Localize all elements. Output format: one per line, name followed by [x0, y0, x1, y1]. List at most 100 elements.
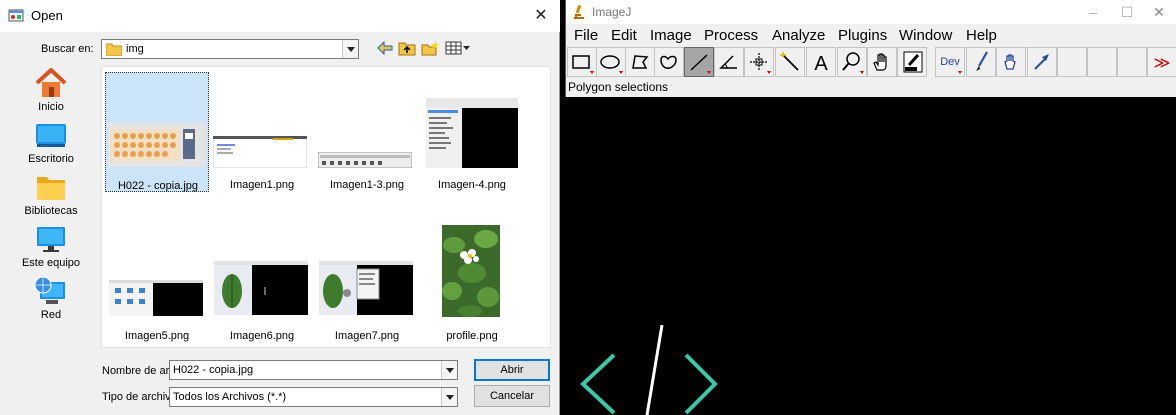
wand-icon [780, 52, 799, 71]
oval-icon [600, 55, 623, 74]
minimize-icon[interactable]: – [1078, 2, 1108, 22]
point-tool[interactable] [744, 47, 774, 77]
file-name: Imagen6.png [229, 330, 295, 342]
text-tool-label: A [814, 53, 828, 75]
file-item[interactable]: H022 - copia.jpg [105, 72, 209, 192]
angle-icon [719, 55, 737, 69]
close-icon[interactable]: ✕ [528, 4, 554, 28]
more-label: ≫ [1154, 53, 1171, 72]
places-bar: Inicio Escritorio Bibliotecas Este equip… [8, 64, 94, 354]
imagej-title-bar: ImageJ – ☐ ✕ [566, 0, 1176, 24]
filetype-label: Tipo de archiv [102, 391, 170, 403]
back-icon[interactable] [376, 40, 394, 56]
chevron-down-icon[interactable] [441, 388, 457, 406]
menu-plugins[interactable]: Plugins [838, 27, 887, 44]
filename-value: H022 - copia.jpg [173, 364, 254, 376]
view-menu-icon[interactable] [445, 40, 471, 56]
hand-tool[interactable] [867, 47, 897, 77]
file-name: Imagen7.png [334, 330, 400, 342]
image-thumbnail [108, 123, 206, 167]
dialog-title: Open [31, 8, 63, 23]
look-in-label: Buscar en: [41, 43, 94, 55]
file-name: Imagen1.png [229, 179, 295, 191]
home-icon [35, 68, 67, 97]
file-item[interactable]: Imagen6.png [210, 223, 314, 343]
menu-help[interactable]: Help [966, 27, 997, 44]
empty-tool-slot[interactable] [1087, 47, 1117, 77]
new-folder-icon[interactable] [421, 40, 439, 56]
chevron-down-icon[interactable] [441, 361, 457, 379]
flood-fill-tool[interactable] [996, 47, 1026, 77]
close-icon[interactable]: ✕ [1144, 2, 1174, 22]
filename-input[interactable]: H022 - copia.jpg [169, 360, 458, 380]
place-label: Red [40, 309, 62, 321]
maximize-icon[interactable]: ☐ [1112, 2, 1142, 22]
filetype-select[interactable]: Todos los Archivos (*.*) [169, 387, 458, 407]
file-name: Imagen1-3.png [330, 179, 404, 191]
filetype-value: Todos los Archivos (*.*) [173, 391, 287, 403]
place-label: Inicio [38, 101, 64, 113]
open-dialog: Open ✕ Buscar en: img Inicio Escritorio … [0, 0, 560, 415]
file-item[interactable]: Imagen1-3.png [315, 72, 419, 192]
freehand-icon [660, 55, 677, 69]
image-thumbnail [442, 225, 500, 317]
file-item[interactable]: profile.png [420, 223, 524, 343]
place-label: Bibliotecas [24, 205, 78, 217]
magnifier-tool[interactable] [837, 47, 867, 77]
image-thumbnail [426, 98, 518, 168]
menu-analyze[interactable]: Analyze [772, 27, 825, 44]
line-icon [690, 54, 711, 74]
file-list[interactable]: H022 - copia.jpg Imagen1.png Imagen1-3.p… [101, 66, 551, 348]
brush-icon [976, 51, 988, 71]
cancel-button[interactable]: Cancelar [474, 385, 550, 407]
libraries-icon [37, 177, 65, 200]
dev-tool[interactable]: Dev [935, 47, 965, 77]
file-item[interactable]: Imagen5.png [105, 223, 209, 343]
network-icon [34, 276, 65, 304]
image-thumbnail [318, 152, 412, 168]
place-desktop[interactable]: Escritorio [8, 120, 94, 172]
computer-icon [37, 227, 65, 252]
place-home[interactable]: Inicio [8, 68, 94, 120]
place-label: Este equipo [21, 257, 81, 269]
brush-tool[interactable] [966, 47, 996, 77]
menu-file[interactable]: File [574, 27, 598, 44]
line-tool[interactable] [684, 47, 714, 77]
place-network[interactable]: Red [8, 276, 94, 328]
polygon-tool[interactable] [625, 47, 655, 77]
open-button[interactable]: Abrir [474, 359, 550, 381]
dev-icon: Dev [940, 56, 962, 74]
empty-tool-slot[interactable] [1117, 47, 1147, 77]
color-picker-tool[interactable] [897, 47, 927, 77]
angle-tool[interactable] [714, 47, 744, 77]
menu-image[interactable]: Image [650, 27, 692, 44]
text-tool[interactable]: A [806, 47, 836, 77]
up-folder-icon[interactable] [398, 40, 416, 56]
freehand-tool[interactable] [654, 47, 684, 77]
menu-edit[interactable]: Edit [611, 27, 637, 44]
place-label: Escritorio [28, 153, 74, 165]
rectangle-tool[interactable] [567, 47, 597, 77]
image-thumbnail [109, 280, 203, 316]
place-this-pc[interactable]: Este equipo [8, 224, 94, 276]
file-name: H022 - copia.jpg [117, 180, 199, 192]
arrow-tool[interactable] [1027, 47, 1057, 77]
chevron-down-icon[interactable] [342, 40, 358, 58]
file-item[interactable]: Imagen7.png [315, 223, 419, 343]
fill-hand-icon [1004, 54, 1016, 70]
more-tools-button[interactable]: ≫ [1147, 47, 1176, 77]
imagej-window: ImageJ – ☐ ✕ File Edit Image Process Ana… [565, 0, 1176, 97]
menu-window[interactable]: Window [899, 27, 952, 44]
file-item[interactable]: Imagen1.png [210, 72, 314, 192]
menu-process[interactable]: Process [704, 27, 758, 44]
empty-tool-slot[interactable] [1057, 47, 1087, 77]
file-item[interactable]: Imagen-4.png [420, 72, 524, 192]
code-logo-icon [580, 324, 718, 415]
dev-label: Dev [940, 56, 960, 68]
look-in-combo[interactable]: img [101, 39, 359, 59]
place-libraries[interactable]: Bibliotecas [8, 172, 94, 224]
file-name: Imagen-4.png [438, 179, 506, 191]
oval-tool[interactable] [596, 47, 626, 77]
wand-tool[interactable] [775, 47, 805, 77]
filename-label: Nombre de arc [102, 365, 170, 377]
